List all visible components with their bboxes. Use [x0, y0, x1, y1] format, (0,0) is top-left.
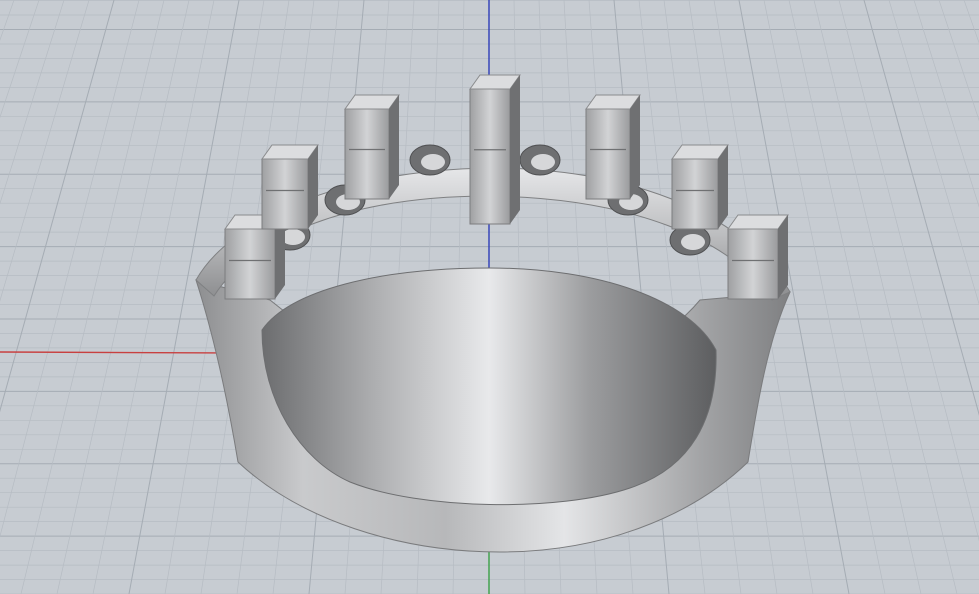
- 3d-viewport[interactable]: [0, 0, 979, 594]
- stone-seat-highlight: [531, 154, 555, 170]
- prong[interactable]: [671, 144, 729, 230]
- grid-line-vertical: [863, 0, 979, 416]
- ring-model[interactable]: [195, 74, 791, 553]
- grid-line-vertical: [838, 0, 979, 542]
- prong-front-face: [727, 228, 779, 300]
- grid-line-vertical: [0, 0, 90, 302]
- grid-line-vertical: [938, 0, 979, 122]
- prong[interactable]: [469, 74, 521, 225]
- grid-line-vertical: [0, 0, 40, 119]
- prong-side-face: [718, 145, 728, 229]
- prong-side-face: [778, 215, 788, 299]
- prong[interactable]: [344, 94, 400, 200]
- grid-line-vertical: [788, 0, 922, 594]
- prong-front-face: [261, 158, 309, 230]
- grid-line-vertical: [56, 0, 190, 594]
- grid-line-vertical: [92, 0, 215, 594]
- prong-side-face: [389, 95, 399, 199]
- prong[interactable]: [585, 94, 641, 200]
- prong-side-face: [630, 95, 640, 199]
- prong-front-face: [671, 158, 719, 230]
- grid-line-vertical: [888, 0, 979, 305]
- grid-line-vertical: [0, 0, 115, 413]
- grid-line-vertical: [20, 0, 165, 594]
- prong-front-face: [469, 88, 511, 225]
- stone-seat-highlight: [681, 234, 705, 250]
- viewport-canvas[interactable]: [0, 0, 979, 594]
- prong-top-face: [727, 214, 789, 230]
- grid-line-vertical: [0, 0, 140, 538]
- prong-front-face: [585, 108, 631, 200]
- prong-side-face: [308, 145, 318, 229]
- grid-line-vertical: [0, 0, 15, 41]
- stone-seat-highlight: [421, 154, 445, 170]
- grid-line-vertical: [813, 0, 958, 594]
- prong-side-face: [510, 75, 520, 224]
- prong[interactable]: [261, 144, 319, 230]
- prong-front-face: [224, 228, 276, 300]
- prong[interactable]: [727, 214, 789, 300]
- prong-front-face: [344, 108, 390, 200]
